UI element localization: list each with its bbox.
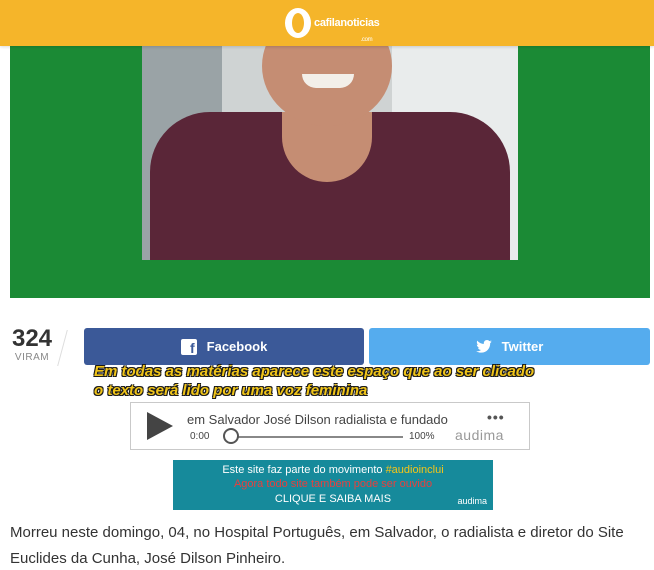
audio-player: em Salvador José Dilson radialista e fun… [130, 402, 530, 450]
share-twitter-button[interactable]: Twitter [369, 328, 650, 365]
audio-progress-track[interactable] [227, 436, 403, 438]
annotation-overlay: Em todas as matérias aparece este espaço… [94, 362, 654, 400]
audioinclui-banner[interactable]: Este site faz parte do movimento #audioi… [173, 460, 493, 510]
view-count-label: VIRAM [14, 352, 50, 363]
banner-line-2: Agora todo site também pode ser ouvido [233, 478, 433, 490]
counter-divider [57, 330, 68, 366]
audima-logo: audima [455, 427, 504, 443]
logo-text: cafilanoticias [314, 16, 380, 29]
site-header: cafilanoticias .com [0, 0, 654, 46]
logo-subtext: .com [360, 37, 373, 43]
annotation-line-1: Em todas as matérias aparece este espaço… [94, 363, 535, 380]
play-icon[interactable] [147, 412, 173, 440]
audio-progress-handle[interactable] [223, 428, 239, 444]
share-facebook-label: Facebook [206, 339, 268, 354]
twitter-bird-icon [475, 340, 492, 353]
audio-title: em Salvador José Dilson radialista e fun… [187, 412, 448, 427]
share-facebook-button[interactable]: f Facebook [84, 328, 364, 365]
banner-line-1-prefix: Este site faz parte do movimento [222, 464, 383, 476]
portrait-photo [142, 46, 518, 260]
annotation-line-2: o texto será lido por uma voz feminina [94, 382, 368, 399]
logo-icon [285, 8, 311, 38]
more-dots-icon[interactable]: ••• [487, 409, 505, 425]
article-paragraph: Morreu neste domingo, 04, no Hospital Po… [10, 524, 624, 567]
share-twitter-label: Twitter [501, 339, 544, 354]
view-count: 324 [11, 325, 53, 352]
facebook-icon: f [180, 338, 197, 356]
audio-volume: 100% [409, 431, 435, 442]
photo-smile [302, 74, 354, 88]
view-counter: 324 VIRAM [10, 326, 54, 364]
banner-line-1: Este site faz parte do movimento #audioi… [173, 463, 493, 477]
audio-time: 0:00 [190, 431, 210, 442]
banner-brand: audima [457, 496, 487, 506]
banner-hashtag: #audioinclui [385, 464, 444, 476]
site-logo[interactable]: cafilanoticias .com [285, 6, 383, 43]
article-hero-image [10, 46, 650, 298]
banner-cta[interactable]: CLIQUE E SAIBA MAIS [173, 492, 493, 506]
